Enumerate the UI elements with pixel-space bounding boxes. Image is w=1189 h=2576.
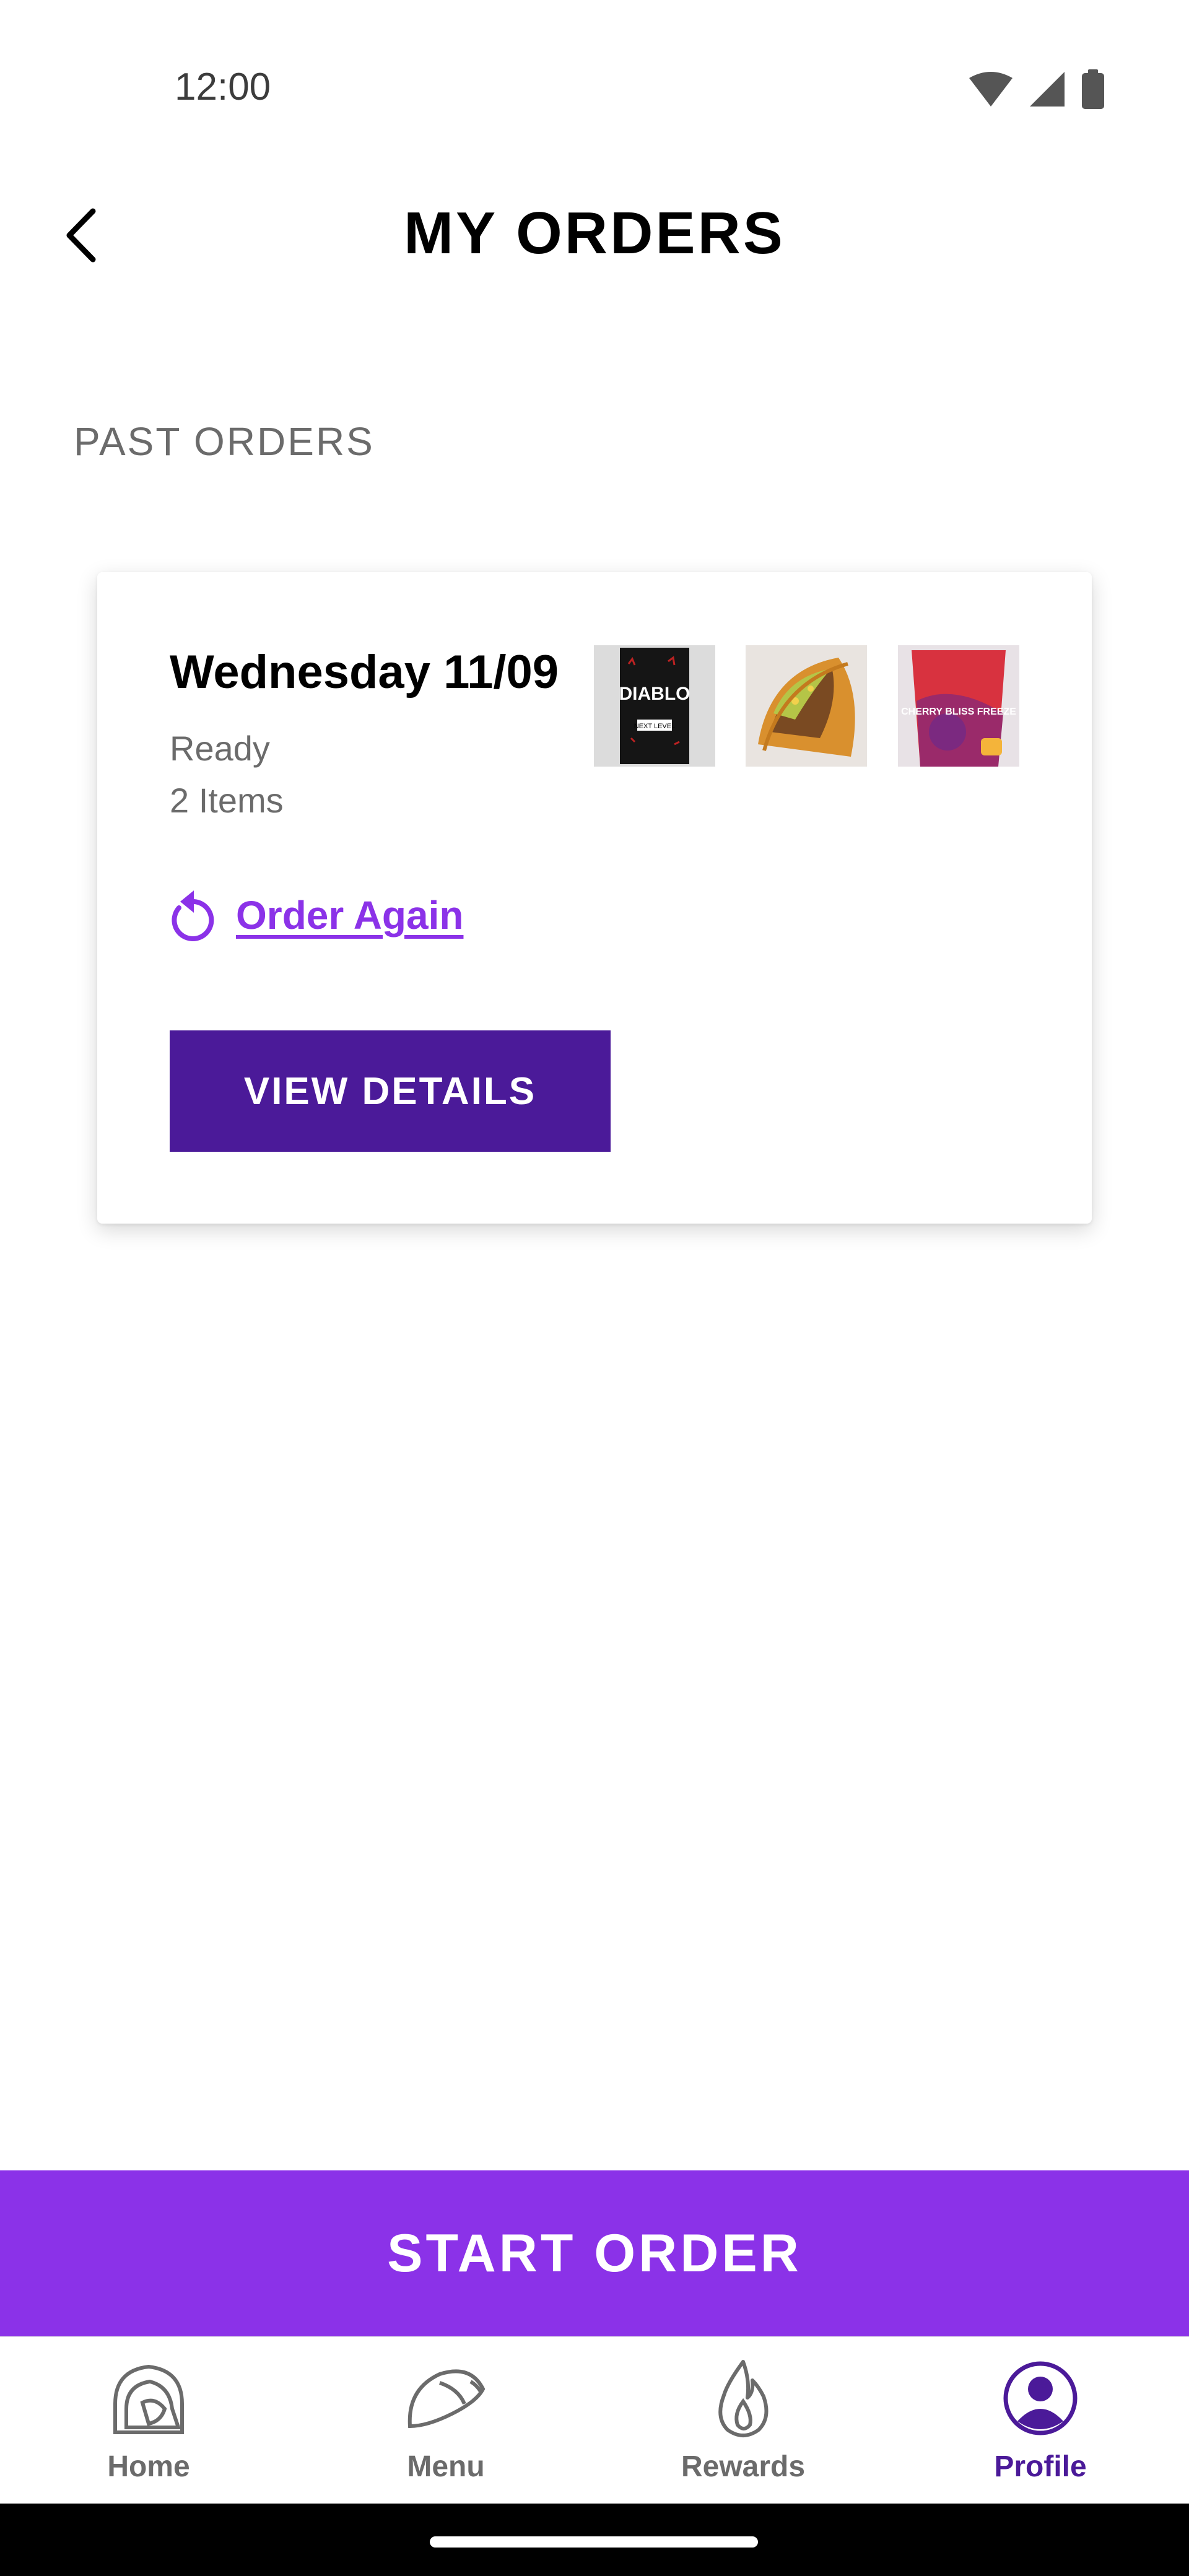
flame-icon	[700, 2358, 786, 2439]
status-icons	[968, 69, 1105, 112]
bell-icon	[105, 2358, 192, 2439]
thumbnail-text-cherry-bliss: CHERRY BLISS FREEZE	[901, 707, 1016, 717]
page-title: MY ORDERS	[404, 200, 785, 266]
nav-label-profile: Profile	[994, 2450, 1087, 2483]
nav-label-menu: Menu	[407, 2450, 485, 2483]
order-card[interactable]: Wednesday 11/09 Ready 2 Items DIABLO NEX…	[97, 572, 1092, 1224]
order-items-count: 2 Items	[170, 781, 284, 820]
order-status: Ready	[170, 729, 270, 768]
status-time: 12:00	[175, 66, 271, 108]
reorder-icon	[172, 890, 214, 941]
my-orders-screen: 12:00 MY ORDERS PAST ORDERS Wednesday 11…	[0, 0, 1189, 2576]
nav-label-home: Home	[107, 2450, 190, 2483]
signal-icon	[1029, 71, 1066, 111]
order-item-thumbnail-cherry-bliss-freeze: CHERRY BLISS FREEZE	[898, 645, 1019, 767]
wifi-icon	[968, 71, 1014, 111]
order-item-thumbnail-diablo-sauce: DIABLO NEXT LEVEL	[594, 645, 715, 767]
nav-item-profile[interactable]: Profile	[892, 2337, 1189, 2504]
start-order-button[interactable]: START ORDER	[0, 2170, 1189, 2336]
view-details-button[interactable]: VIEW DETAILS	[170, 1030, 611, 1152]
thumbnail-text-diablo: DIABLO	[619, 684, 690, 704]
nav-item-home[interactable]: Home	[0, 2337, 297, 2504]
profile-icon	[997, 2358, 1084, 2439]
order-again-link[interactable]: Order Again	[167, 886, 463, 945]
bottom-nav: Home Menu Rewards Profile	[0, 2336, 1189, 2504]
nav-item-rewards[interactable]: Rewards	[594, 2337, 892, 2504]
order-item-thumbnail-taco	[746, 645, 867, 767]
thumbnail-subtext-diablo: NEXT LEVEL	[634, 723, 675, 730]
section-label-past-orders: PAST ORDERS	[74, 419, 375, 464]
order-date: Wednesday 11/09	[170, 646, 559, 698]
battery-icon	[1081, 69, 1105, 112]
home-gesture-handle[interactable]	[430, 2536, 758, 2548]
nav-label-rewards: Rewards	[681, 2450, 806, 2483]
system-navigation-bar	[0, 2504, 1189, 2576]
taco-icon	[403, 2358, 489, 2439]
order-again-label: Order Again	[236, 893, 464, 938]
nav-item-menu[interactable]: Menu	[297, 2337, 594, 2504]
status-bar: 12:00	[0, 0, 1189, 136]
